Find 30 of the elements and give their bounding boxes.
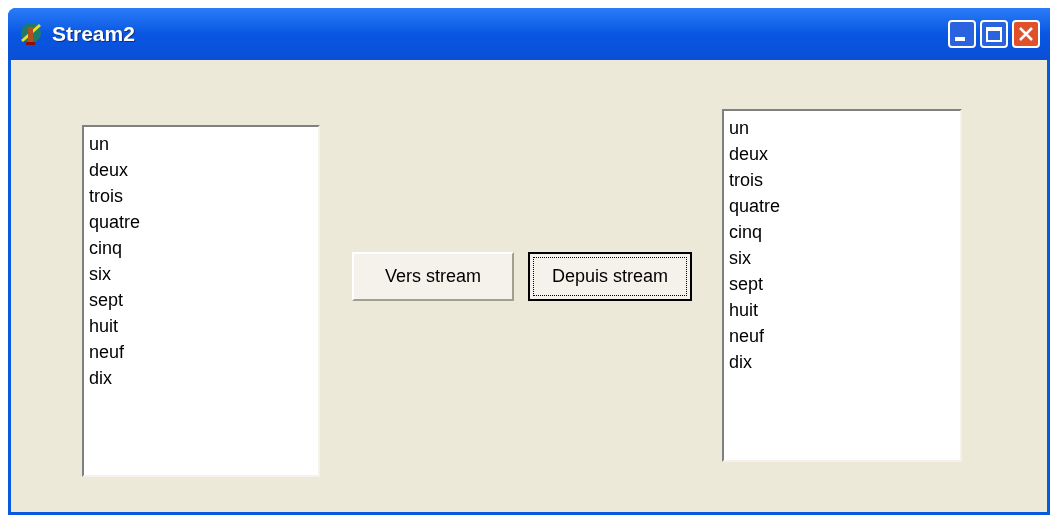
list-item[interactable]: dix bbox=[729, 349, 752, 375]
list-item[interactable]: deux bbox=[729, 141, 769, 167]
list-item[interactable]: neuf bbox=[729, 323, 765, 349]
maximize-button[interactable] bbox=[980, 20, 1008, 48]
push-button[interactable]: Vers stream bbox=[352, 252, 514, 301]
minimize-button[interactable] bbox=[948, 20, 976, 48]
close-button[interactable] bbox=[1012, 20, 1040, 48]
list-item[interactable]: huit bbox=[729, 297, 759, 323]
list-item[interactable]: cinq bbox=[89, 235, 123, 261]
list-item[interactable]: huit bbox=[89, 313, 119, 339]
list-item[interactable]: neuf bbox=[89, 339, 125, 365]
list-item[interactable]: sept bbox=[89, 287, 124, 313]
list-box[interactable]: un deux trois quatre cinq six sept huit neuf dix bbox=[82, 125, 320, 477]
list-item[interactable]: un bbox=[729, 115, 750, 141]
list-item[interactable]: trois bbox=[729, 167, 763, 193]
list-item[interactable]: deux bbox=[89, 157, 129, 183]
app-icon bbox=[18, 21, 44, 47]
list-box[interactable]: un deux trois quatre cinq six sept huit neuf dix bbox=[722, 109, 962, 462]
window-title: Stream2 bbox=[52, 21, 135, 48]
list-item[interactable]: six bbox=[89, 261, 111, 287]
push-button[interactable]: Depuis stream bbox=[528, 252, 692, 301]
list-item[interactable]: trois bbox=[89, 183, 123, 209]
list-item[interactable]: cinq bbox=[729, 219, 763, 245]
list-item[interactable]: six bbox=[729, 245, 751, 271]
list-item[interactable]: quatre bbox=[729, 193, 781, 219]
list-item[interactable]: quatre bbox=[89, 209, 141, 235]
list-item[interactable]: dix bbox=[89, 365, 112, 391]
list-item[interactable]: un bbox=[89, 131, 110, 157]
list-item[interactable]: sept bbox=[729, 271, 764, 297]
close-icon bbox=[1018, 26, 1034, 42]
